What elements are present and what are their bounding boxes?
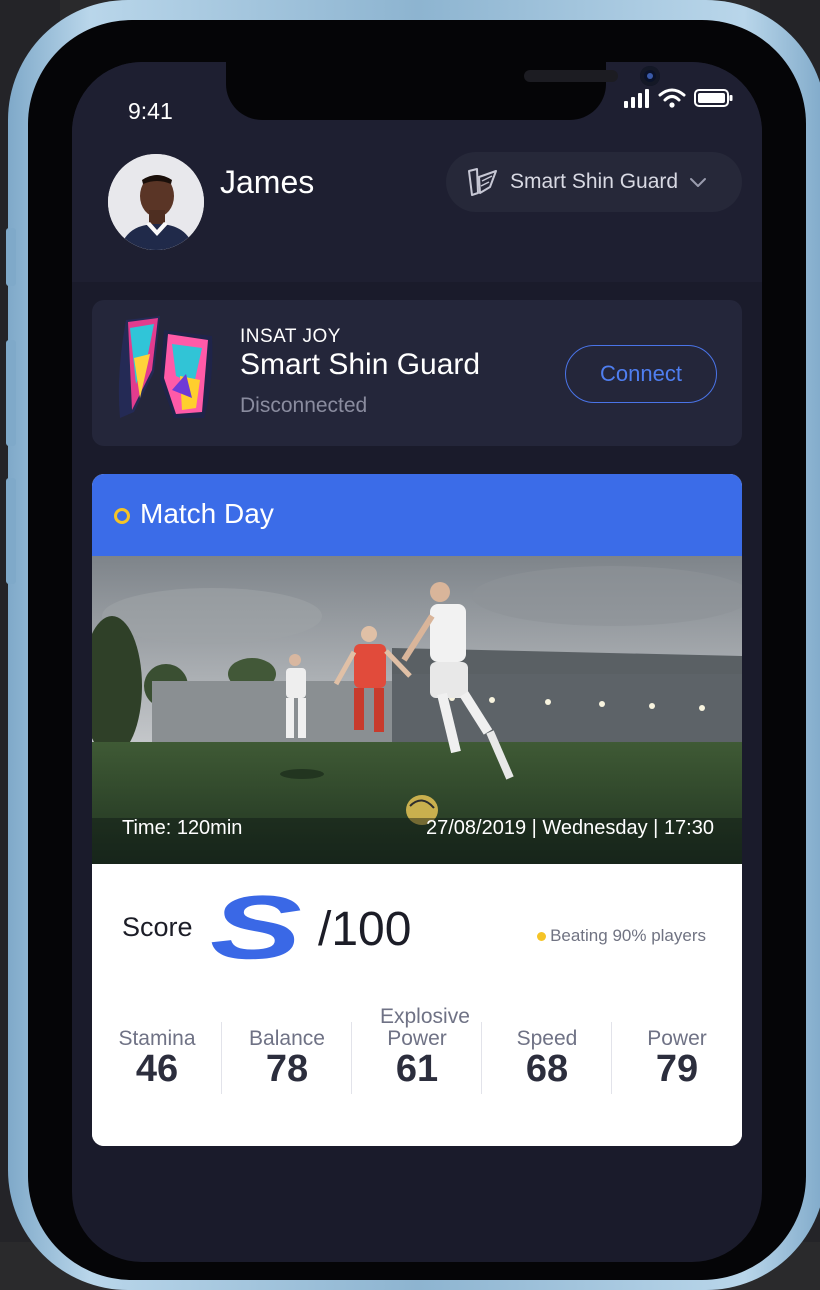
front-camera bbox=[640, 66, 660, 86]
beating-text: Beating 90% players bbox=[550, 926, 706, 945]
stat-power: Power 79 bbox=[612, 1000, 742, 1110]
match-date: 27/08/2019 | Wednesday | 17:30 bbox=[425, 817, 714, 839]
beating-note: Beating 90% players bbox=[537, 926, 706, 946]
match-title: Match Day bbox=[140, 498, 274, 529]
avatar[interactable] bbox=[108, 154, 204, 250]
device-selector-label: Smart Shin Guard bbox=[510, 170, 679, 193]
stat-stamina: Stamina 46 bbox=[92, 1000, 222, 1110]
score-max: /100 bbox=[318, 903, 412, 956]
device-status: Disconnected bbox=[240, 394, 368, 417]
stat-speed: Speed 68 bbox=[482, 1000, 612, 1110]
stat-value: 68 bbox=[525, 1048, 569, 1090]
device-brand: INSAT JOY bbox=[240, 326, 341, 347]
shin-guard-image bbox=[118, 316, 213, 418]
speaker bbox=[524, 70, 618, 82]
stat-label: Balance bbox=[249, 1027, 325, 1050]
score-grade-text: S bbox=[210, 878, 302, 962]
device-name: Smart Shin Guard bbox=[240, 348, 481, 381]
stat-value: 78 bbox=[265, 1048, 309, 1090]
stat-label: Stamina bbox=[118, 1027, 196, 1050]
stats-row: Stamina 46 Balance 78 Explosive Power 61… bbox=[92, 1000, 742, 1110]
beating-dot-icon bbox=[537, 931, 547, 941]
stat-explosive-power: Explosive Power 61 bbox=[352, 1000, 482, 1110]
stat-label: Explosive Power bbox=[380, 1005, 470, 1050]
stat-value: 46 bbox=[135, 1048, 179, 1090]
match-card[interactable]: Match Day Time: 120min 27/08/2019 | Wedn… bbox=[92, 474, 742, 1146]
stat-value: 79 bbox=[655, 1048, 699, 1090]
side-button bbox=[6, 478, 16, 584]
stat-balance: Balance 78 bbox=[222, 1000, 352, 1110]
chevron-down-icon bbox=[690, 178, 707, 187]
stat-label: Speed bbox=[516, 1027, 578, 1050]
side-button bbox=[6, 340, 16, 446]
score-grade: S bbox=[210, 878, 302, 962]
battery-icon bbox=[694, 89, 733, 107]
match-dot-icon bbox=[114, 508, 130, 524]
stat-value: 61 bbox=[395, 1048, 439, 1090]
stat-label: Power bbox=[647, 1027, 707, 1050]
match-header: Match Day bbox=[92, 474, 742, 556]
score-panel: Score S /100 Beating 90% players Stamina… bbox=[92, 864, 742, 1146]
connect-button[interactable]: Connect bbox=[565, 345, 717, 403]
user-name: James bbox=[220, 164, 315, 200]
device-selector[interactable]: Smart Shin Guard bbox=[446, 152, 742, 212]
status-time: 9:41 bbox=[128, 98, 173, 124]
side-button bbox=[6, 228, 16, 286]
notch bbox=[226, 62, 660, 120]
signal-icon bbox=[624, 89, 649, 108]
match-time: Time: 120min bbox=[122, 817, 243, 839]
status-icons bbox=[624, 88, 734, 108]
shin-guard-icon bbox=[468, 168, 497, 196]
app-screen: 9:41 James Smart Shin Guard INSAT JOY Sm… bbox=[72, 62, 762, 1262]
wifi-icon bbox=[658, 88, 686, 108]
device-card: INSAT JOY Smart Shin Guard Disconnected … bbox=[92, 300, 742, 446]
score-label: Score bbox=[122, 912, 193, 942]
